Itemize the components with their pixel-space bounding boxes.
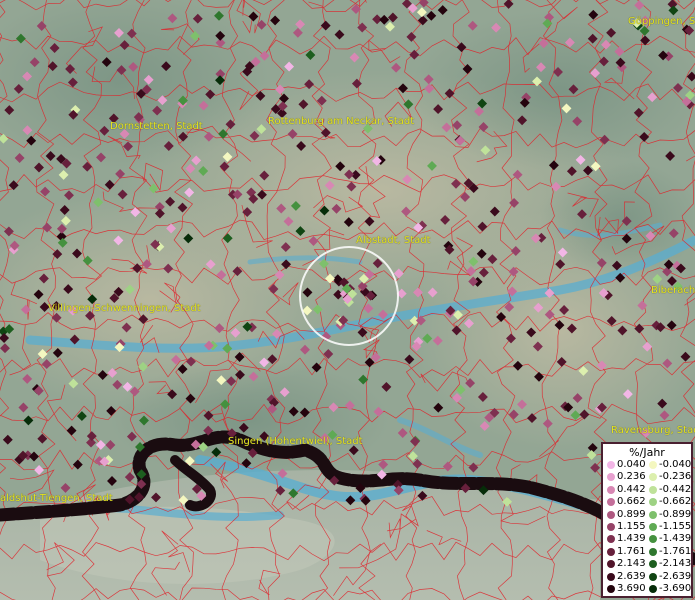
- legend-value-negative: -0.442: [659, 483, 692, 495]
- legend-swatch-negative: [649, 485, 657, 494]
- legend-value-positive: 1.155: [617, 521, 646, 532]
- legend-value-positive: 1.439: [617, 533, 646, 545]
- legend-swatch-positive: [607, 547, 615, 556]
- legend-value-negative: -3.690: [659, 583, 692, 594]
- legend-row: 0.662 -0.662: [603, 496, 693, 508]
- legend-swatch-negative: [649, 547, 657, 556]
- legend-row: 0.442 -0.442: [603, 483, 693, 496]
- city-label: Singen (Hohentwiel), Stadt: [228, 436, 363, 447]
- legend-swatch-negative: [649, 585, 657, 593]
- legend-value-positive: 0.040: [617, 459, 646, 470]
- legend-value-positive: 3.690: [617, 583, 646, 594]
- city-label: Rottenburg am Neckar, Stadt: [268, 116, 415, 127]
- legend-value-negative: -0.040: [659, 459, 692, 470]
- legend-swatch-positive: [607, 498, 615, 507]
- legend-swatch-negative: [649, 560, 657, 569]
- legend-swatch-positive: [607, 535, 615, 544]
- legend-value-positive: 0.442: [617, 483, 646, 495]
- legend-swatch-negative: [649, 498, 657, 507]
- map-view[interactable]: Dornstetten, Stadt Rottenburg am Neckar,…: [0, 0, 695, 600]
- legend-value-negative: -1.761: [659, 545, 692, 557]
- legend-value-negative: -1.155: [659, 521, 692, 532]
- legend-swatch-positive: [607, 485, 615, 494]
- legend-swatch-positive: [607, 461, 615, 469]
- map-canvas: [0, 0, 695, 600]
- legend-swatch-negative: [649, 473, 657, 482]
- legend-value-positive: 1.761: [617, 545, 646, 557]
- legend-swatch-positive: [607, 510, 615, 519]
- legend-value-negative: -0.662: [659, 496, 692, 508]
- legend-swatch-negative: [649, 461, 657, 469]
- legend-value-positive: 0.899: [617, 508, 646, 520]
- legend-row: 2.639 -2.639: [603, 570, 693, 583]
- legend-row: 1.761 -1.761: [603, 545, 693, 558]
- legend-swatch-positive: [607, 560, 615, 569]
- city-label: aldshut-Tiengen, Stadt: [0, 493, 113, 504]
- legend-row: 1.439 -1.439: [603, 533, 693, 545]
- city-label: Biberach: [651, 285, 695, 296]
- legend-swatch-negative: [649, 523, 657, 531]
- legend-swatch-positive: [607, 473, 615, 482]
- legend-row: 1.155 -1.155: [603, 521, 693, 533]
- legend-title: %/Jahr: [629, 446, 665, 459]
- city-label: Dornstetten, Stadt: [110, 121, 203, 132]
- legend-value-negative: -2.639: [659, 570, 692, 582]
- legend-row: 2.143 -2.143: [603, 558, 693, 570]
- legend-value-positive: 0.236: [617, 471, 646, 483]
- legend-row: 3.690 -3.690: [603, 583, 693, 595]
- legend-swatch-positive: [607, 572, 615, 581]
- legend-value-negative: -0.899: [659, 508, 692, 520]
- legend-swatch-negative: [649, 535, 657, 544]
- legend-value-positive: 0.662: [617, 496, 646, 508]
- legend: %/Jahr 0.040 -0.040 0.236 -0.236 0.442 -0.442…: [601, 442, 693, 598]
- city-label: Villingen-Schwenningen, Stadt: [48, 303, 201, 314]
- legend-row: 0.040 -0.040: [603, 459, 693, 471]
- legend-swatch-positive: [607, 523, 615, 531]
- legend-value-positive: 2.639: [617, 570, 646, 582]
- legend-value-negative: -2.143: [659, 558, 692, 570]
- city-label: Ravensburg, Stadt: [611, 425, 695, 436]
- legend-row: 0.899 -0.899: [603, 508, 693, 521]
- city-label: Göppingen, Stadt: [628, 16, 695, 27]
- legend-value-negative: -1.439: [659, 533, 692, 545]
- legend-swatch-positive: [607, 585, 615, 593]
- legend-swatch-negative: [649, 572, 657, 581]
- city-label: Albstadt, Stadt: [356, 235, 431, 246]
- legend-value-negative: -0.236: [659, 471, 692, 483]
- legend-row: 0.236 -0.236: [603, 471, 693, 483]
- legend-value-positive: 2.143: [617, 558, 646, 570]
- legend-swatch-negative: [649, 510, 657, 519]
